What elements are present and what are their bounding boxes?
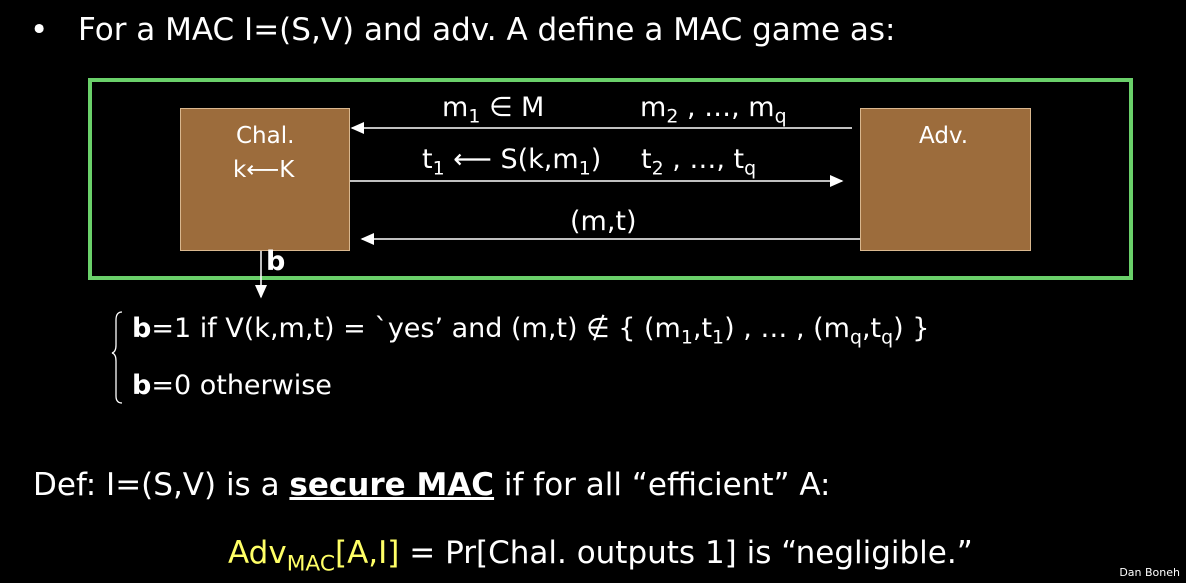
m1: m xyxy=(442,92,469,123)
condition-1-text-e: ) } xyxy=(893,313,930,344)
definition-line: Def: I=(S,V) is a secure MAC if for all … xyxy=(33,467,831,503)
definition-suffix: if for all “efficient” A: xyxy=(494,467,831,503)
sign-m1-sub: 1 xyxy=(578,157,591,180)
condition-1-sub-3: q xyxy=(849,326,862,349)
queries-label-rest: m2 , …, mq xyxy=(640,92,787,126)
m2: m xyxy=(640,92,667,123)
in-message-space: ∈ M xyxy=(488,92,545,123)
t1-close: ) xyxy=(590,144,602,175)
advantage-line: AdvMAC[A,I] = Pr[Chal. outputs 1] is “ne… xyxy=(228,535,973,575)
advantage-args: [A,I] xyxy=(335,535,400,571)
definition-emph: secure MAC xyxy=(289,467,495,503)
condition-1-b: b xyxy=(132,313,152,344)
tq-rest: , …, t xyxy=(672,144,745,175)
condition-2-b: b xyxy=(132,370,152,401)
advantage-adv: Adv xyxy=(228,535,287,571)
t1-sign: ⟵ S(k,m xyxy=(444,144,579,175)
condition-1-text-c: ) , … , (m xyxy=(724,313,850,344)
t2: t xyxy=(641,144,652,175)
tq-sub: q xyxy=(744,157,757,180)
condition-1-text-a: =1 if V(k,m,t) = `yes’ and (m,t) ∉ { (m xyxy=(151,313,681,344)
condition-1-sub-2: 1 xyxy=(712,326,725,349)
output-bit-label: b xyxy=(266,246,286,277)
tags-label-rest: t2 , …, tq xyxy=(641,144,756,178)
mq-sub: q xyxy=(774,105,787,128)
advantage-rest: = Pr[Chal. outputs 1] is “negligible.” xyxy=(399,535,973,571)
condition-1-text-b: ,t xyxy=(692,313,713,344)
m2-sub: 2 xyxy=(666,105,679,128)
mq-rest: , …, m xyxy=(686,92,775,123)
definition-prefix: Def: I=(S,V) is a xyxy=(33,467,290,503)
forgery-label: (m,t) xyxy=(570,206,637,237)
m1-sub: 1 xyxy=(468,105,481,128)
t1-sub: 1 xyxy=(432,157,445,180)
tags-label-first: t1 ⟵ S(k,m1) xyxy=(422,144,602,178)
footer-author: Dan Boneh xyxy=(1119,566,1180,579)
condition-line-2: b=0 otherwise xyxy=(132,370,332,401)
condition-1-sub-1: 1 xyxy=(680,326,693,349)
t2-sub: 2 xyxy=(651,157,664,180)
queries-label-first: m1 ∈ M xyxy=(442,92,545,126)
condition-2-text: =0 otherwise xyxy=(151,370,332,401)
conditions-brace xyxy=(111,311,123,404)
condition-1-text-d: ,t xyxy=(861,313,882,344)
t1: t xyxy=(422,144,433,175)
condition-line-1: b=1 if V(k,m,t) = `yes’ and (m,t) ∉ { (m… xyxy=(132,313,930,347)
advantage-sub: MAC xyxy=(286,551,335,577)
condition-1-sub-4: q xyxy=(881,326,894,349)
